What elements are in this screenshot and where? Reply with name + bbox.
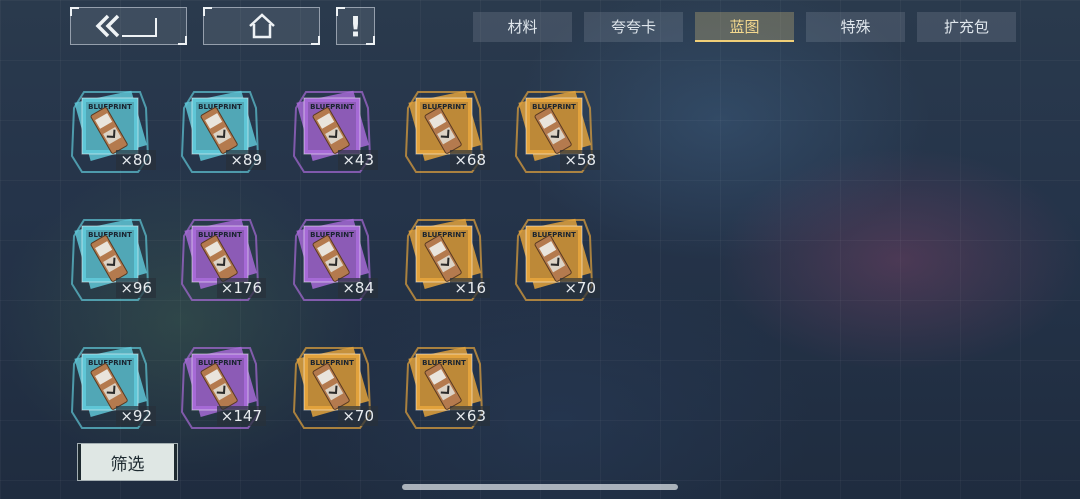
svg-text:BLUEPRINT: BLUEPRINT [310,359,354,367]
blueprint-item-gold[interactable]: BLUEPRINT ×70 [286,342,378,434]
blueprint-item-purple[interactable]: BLUEPRINT ×84 [286,214,378,306]
svg-text:BLUEPRINT: BLUEPRINT [88,103,132,111]
blueprint-item-blue[interactable]: BLUEPRINT ×80 [64,86,156,178]
tab-materials[interactable]: 材料 [473,12,572,42]
info-button[interactable]: ! [336,7,375,45]
filter-label: 筛选 [110,454,145,475]
tab-praise-cards[interactable]: 夸夸卡 [584,12,683,42]
info-label: ! [349,9,362,43]
svg-text:BLUEPRINT: BLUEPRINT [422,231,466,239]
blueprint-item-gold[interactable]: BLUEPRINT ×58 [508,86,600,178]
svg-text:BLUEPRINT: BLUEPRINT [88,359,132,367]
home-indicator [402,484,678,490]
blueprint-item-blue[interactable]: BLUEPRINT ×89 [174,86,266,178]
tab-label: 材料 [507,17,538,36]
blueprint-item-gold[interactable]: BLUEPRINT ×70 [508,214,600,306]
back-button[interactable] [70,7,187,45]
item-count: ×96 [116,278,156,298]
svg-text:BLUEPRINT: BLUEPRINT [310,231,354,239]
svg-text:BLUEPRINT: BLUEPRINT [198,231,242,239]
item-count: ×176 [216,278,266,298]
tab-label: 扩充包 [943,17,989,36]
blueprint-item-gold[interactable]: BLUEPRINT ×63 [398,342,490,434]
home-icon [248,13,275,39]
svg-text:BLUEPRINT: BLUEPRINT [88,231,132,239]
item-count: ×89 [226,150,266,170]
tab-blueprints[interactable]: 蓝图 [695,12,794,42]
item-count: ×147 [216,406,266,426]
home-button[interactable] [203,7,320,45]
item-count: ×68 [450,150,490,170]
filter-button[interactable]: 筛选 [78,444,177,480]
svg-text:BLUEPRINT: BLUEPRINT [532,231,576,239]
item-count: ×16 [450,278,490,298]
item-count: ×70 [560,278,600,298]
item-count: ×84 [338,278,378,298]
blueprint-item-gold[interactable]: BLUEPRINT ×68 [398,86,490,178]
double-chevron-back-icon [95,14,157,38]
svg-text:BLUEPRINT: BLUEPRINT [422,359,466,367]
tab-label: 夸夸卡 [610,17,656,36]
item-count: ×58 [560,150,600,170]
svg-text:BLUEPRINT: BLUEPRINT [198,103,242,111]
svg-text:BLUEPRINT: BLUEPRINT [532,103,576,111]
item-count: ×92 [116,406,156,426]
item-count: ×63 [450,406,490,426]
blueprint-item-blue[interactable]: BLUEPRINT ×96 [64,214,156,306]
item-count: ×70 [338,406,378,426]
blueprint-item-purple[interactable]: BLUEPRINT ×176 [174,214,266,306]
tab-label: 蓝图 [729,17,760,36]
tab-label: 特殊 [840,17,871,36]
tab-special[interactable]: 特殊 [806,12,905,42]
blueprint-item-purple[interactable]: BLUEPRINT ×43 [286,86,378,178]
tab-expansion-packs[interactable]: 扩充包 [917,12,1016,42]
svg-text:BLUEPRINT: BLUEPRINT [198,359,242,367]
svg-text:BLUEPRINT: BLUEPRINT [310,103,354,111]
svg-text:BLUEPRINT: BLUEPRINT [422,103,466,111]
blueprint-item-purple[interactable]: BLUEPRINT ×147 [174,342,266,434]
blueprint-item-blue[interactable]: BLUEPRINT ×92 [64,342,156,434]
item-count: ×43 [338,150,378,170]
item-count: ×80 [116,150,156,170]
blueprint-item-gold[interactable]: BLUEPRINT ×16 [398,214,490,306]
